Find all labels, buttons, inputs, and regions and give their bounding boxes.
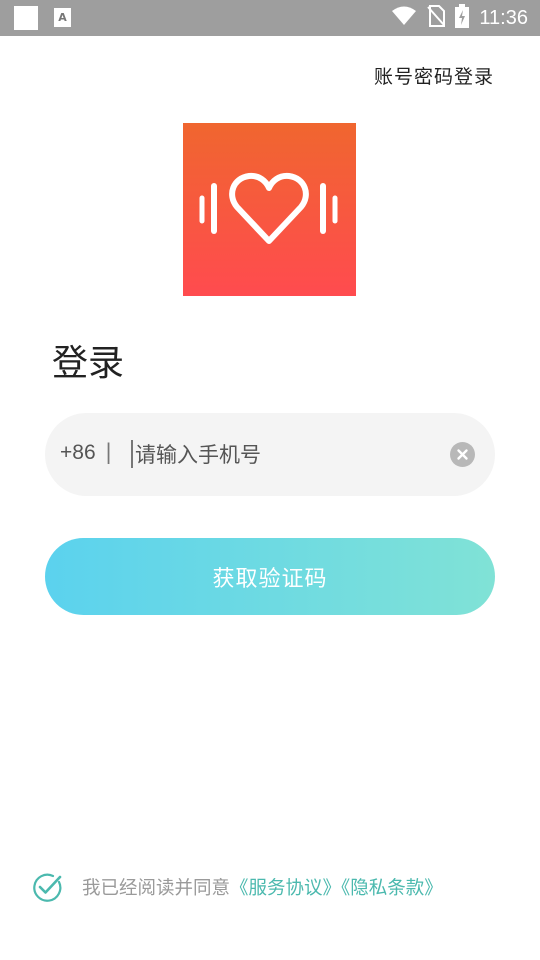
phone-field[interactable]: +86 |	[45, 413, 495, 496]
notification-square-icon	[14, 6, 38, 30]
privacy-policy-link[interactable]: 《隐私条款》	[341, 878, 443, 899]
battery-charging-icon	[455, 4, 470, 32]
heart-dumbbell-logo	[199, 172, 338, 244]
country-code[interactable]: +86	[60, 441, 96, 465]
no-sim-icon	[427, 5, 446, 31]
status-icons: 11:36	[391, 0, 528, 36]
clear-input-icon[interactable]	[450, 442, 475, 467]
password-login-link[interactable]: 账号密码登录	[374, 62, 494, 89]
status-time: 11:36	[479, 6, 528, 29]
agreement-row: 我已经阅读并同意《服务协议》《隐私条款》	[32, 872, 443, 902]
get-verification-code-button[interactable]: 获取验证码	[45, 538, 495, 615]
agreement-text: 我已经阅读并同意《服务协议》《隐私条款》	[82, 874, 443, 900]
agreement-checkbox-icon[interactable]	[32, 872, 62, 902]
service-agreement-link[interactable]: 《服务协议》	[230, 878, 341, 899]
app-logo	[183, 123, 356, 296]
agreement-prefix: 我已经阅读并同意	[82, 878, 231, 899]
country-code-separator: |	[105, 440, 113, 464]
text-app-icon: A	[54, 8, 71, 27]
wifi-icon	[391, 6, 417, 30]
phone-input[interactable]	[133, 433, 437, 477]
page-title: 登录	[52, 343, 125, 384]
status-bar: A 11:36	[0, 0, 540, 36]
